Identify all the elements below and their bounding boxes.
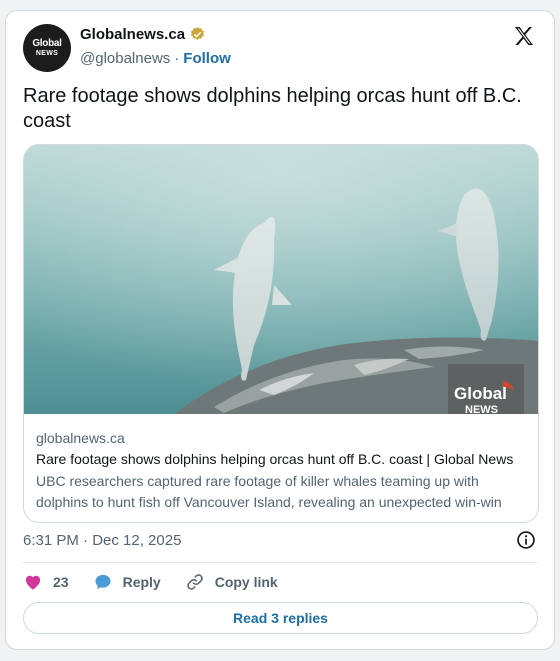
copy-link-label: Copy link <box>214 574 278 590</box>
avatar-text-global: Global <box>32 38 62 49</box>
watermark-news: NEWS <box>465 404 498 414</box>
info-icon[interactable] <box>516 530 536 550</box>
author-handle-row: @globalnews · Follow <box>80 50 231 67</box>
link-icon <box>186 574 203 590</box>
dolphins-video-thumbnail: Global NEWS <box>24 145 538 414</box>
author-handle[interactable]: @globalnews <box>80 50 170 67</box>
tweet-embed-card: Global NEWS Globalnews.ca @globalnews · … <box>5 10 555 650</box>
reply-button[interactable]: Reply <box>93 572 161 592</box>
link-preview-meta: globalnews.ca Rare footage shows dolphin… <box>36 428 526 513</box>
reply-bubble-icon <box>95 574 111 590</box>
read-replies-button[interactable]: Read 3 replies <box>23 602 538 634</box>
avatar[interactable]: Global NEWS <box>23 24 71 72</box>
link-preview-image[interactable]: Global NEWS <box>24 145 538 414</box>
like-count: 23 <box>53 574 69 590</box>
link-domain: globalnews.ca <box>36 430 125 446</box>
x-logo-icon[interactable] <box>512 24 536 48</box>
like-button[interactable]: 23 <box>23 572 69 592</box>
heart-icon <box>25 575 41 590</box>
verified-badge-icon <box>189 26 206 43</box>
link-title[interactable]: Rare footage shows dolphins helping orca… <box>36 449 526 470</box>
reply-label: Reply <box>122 574 161 590</box>
tweet-text: Rare footage shows dolphins helping orca… <box>23 85 522 132</box>
link-description-line-2: dolphins to hunt fish off Vancouver Isla… <box>36 494 502 510</box>
link-preview-card[interactable]: Global NEWS globalnews.ca Rare footage s… <box>23 144 539 523</box>
watermark-global: Global <box>454 384 507 403</box>
separator-dot: · <box>174 50 180 67</box>
link-description: UBC researchers captured rare footage of… <box>36 471 526 513</box>
follow-link[interactable]: Follow <box>183 50 231 67</box>
author-name-row: Globalnews.ca <box>80 26 206 43</box>
tweet-actions: 23 Reply Copy link <box>23 571 302 593</box>
tweet-header: Global NEWS Globalnews.ca @globalnews · … <box>23 24 540 72</box>
link-description-line-1: UBC researchers captured rare footage of… <box>36 473 479 489</box>
copy-link-button[interactable]: Copy link <box>185 572 278 592</box>
avatar-text-news: NEWS <box>35 50 59 57</box>
author-name[interactable]: Globalnews.ca <box>80 26 185 43</box>
tweet-timestamp[interactable]: 6:31 PM · Dec 12, 2025 <box>23 532 181 549</box>
divider <box>23 562 537 563</box>
